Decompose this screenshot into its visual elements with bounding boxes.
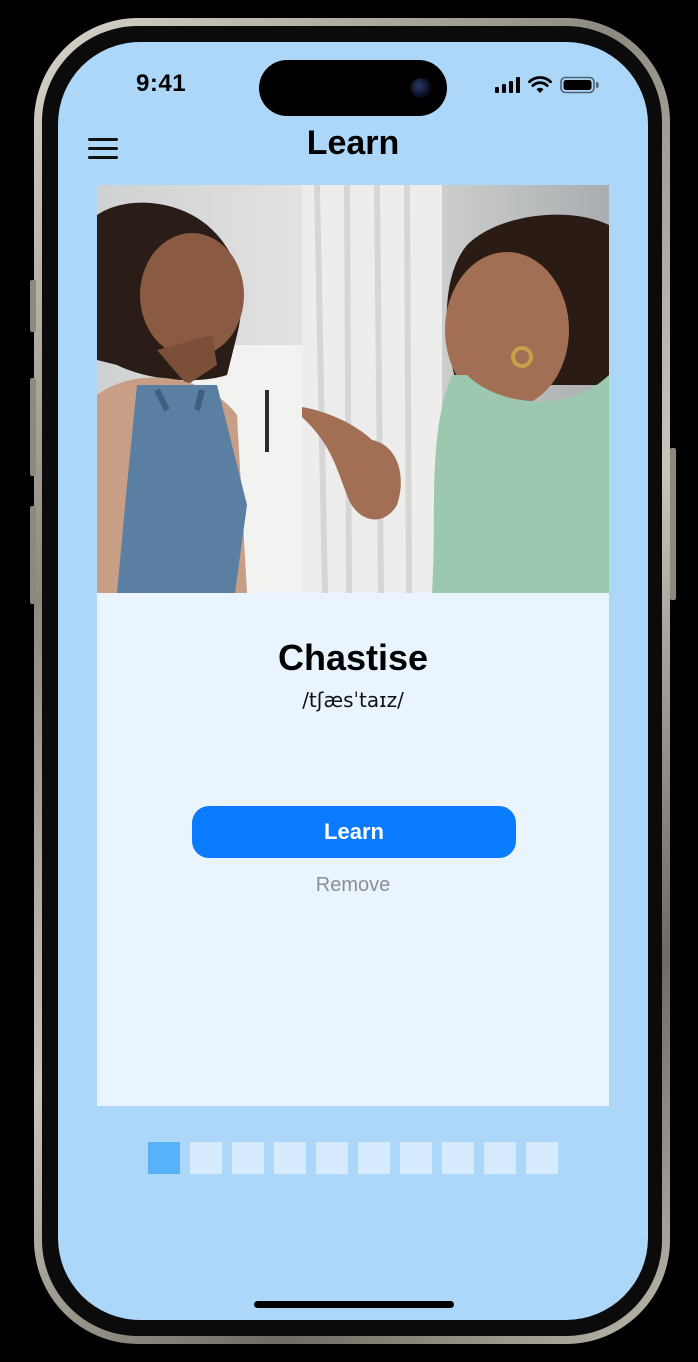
remove-button[interactable]: Remove (97, 874, 609, 897)
status-time: 9:41 (136, 70, 187, 97)
pager-dot[interactable] (400, 1142, 432, 1174)
status-icons (495, 76, 600, 94)
card-pager (148, 1142, 558, 1174)
dynamic-island (259, 60, 447, 116)
screen: 9:41 Learn Chastise /tʃæsˈtaɪz/ Learn Re… (58, 42, 648, 1320)
pager-dot[interactable] (232, 1142, 264, 1174)
volume-down-button (30, 506, 36, 604)
home-indicator[interactable] (254, 1301, 454, 1308)
pager-dot[interactable] (526, 1142, 558, 1174)
pager-dot[interactable] (442, 1142, 474, 1174)
power-button (670, 448, 676, 600)
pronunciation-text: /tʃæsˈtaɪz/ (302, 688, 404, 712)
learn-button[interactable]: Learn (192, 806, 516, 858)
word-illustration-image (97, 185, 609, 593)
cellular-signal-icon (495, 77, 520, 93)
pager-dot[interactable] (274, 1142, 306, 1174)
action-button (30, 280, 36, 332)
flashcard: Chastise /tʃæsˈtaɪz/ Learn Remove (97, 185, 609, 1106)
pager-dot[interactable] (484, 1142, 516, 1174)
page-title: Learn (306, 124, 400, 162)
pager-dot[interactable] (148, 1142, 180, 1174)
pager-dot[interactable] (358, 1142, 390, 1174)
wifi-icon (528, 76, 552, 93)
word-title: Chastise (277, 637, 429, 678)
pager-dot[interactable] (190, 1142, 222, 1174)
pager-dot[interactable] (316, 1142, 348, 1174)
volume-up-button (30, 378, 36, 476)
battery-icon (560, 76, 599, 94)
front-camera-icon (411, 78, 431, 98)
